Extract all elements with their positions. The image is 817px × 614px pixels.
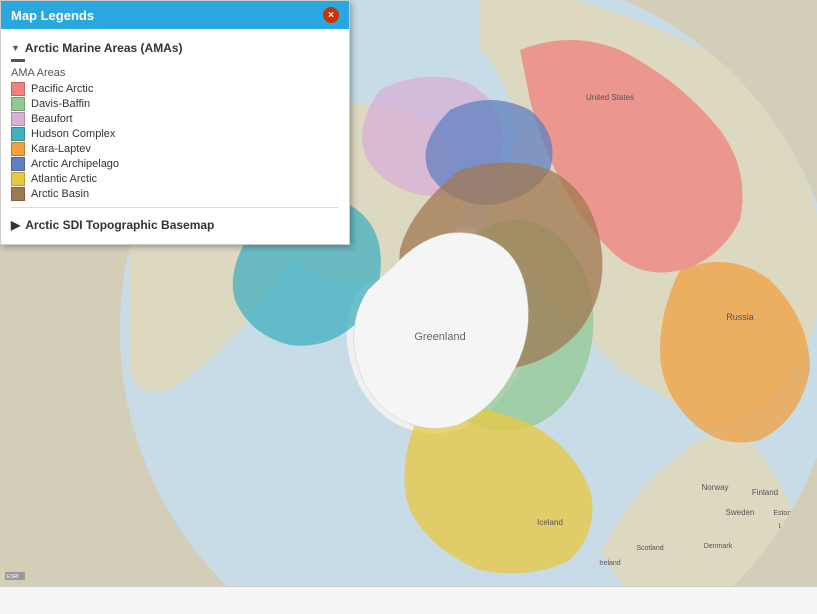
svg-text:ESRI: ESRI: [7, 574, 19, 580]
svg-text:Greenland: Greenland: [414, 331, 465, 343]
svg-text:Sweden: Sweden: [726, 508, 755, 517]
svg-text:United States: United States: [586, 93, 634, 102]
svg-text:Iceland: Iceland: [537, 518, 563, 527]
ama-section-label: Arctic Marine Areas (AMAs): [25, 41, 183, 55]
svg-text:Estonia: Estonia: [773, 510, 796, 517]
legend-divider: [11, 207, 339, 208]
basemap-section-label: Arctic SDI Topographic Basemap: [25, 218, 214, 232]
basemap-arrow-icon: ▶: [11, 218, 20, 232]
legend-body: ▼ Arctic Marine Areas (AMAs) AMA Areas P…: [1, 29, 349, 244]
legend-title: Map Legends: [11, 8, 94, 23]
basemap-section-header[interactable]: ▶ Arctic SDI Topographic Basemap: [11, 214, 339, 236]
legend-item-label: Kara-Laptev: [31, 143, 91, 155]
legend-item: Pacific Arctic: [11, 82, 339, 96]
svg-text:Denmark: Denmark: [704, 543, 733, 550]
svg-text:Russia: Russia: [726, 312, 754, 322]
line-icon-row: [11, 59, 339, 63]
legend-panel: Map Legends × ▼ Arctic Marine Areas (AMA…: [0, 0, 350, 245]
legend-item: Atlantic Arctic: [11, 172, 339, 186]
legend-color-swatch: [11, 172, 25, 186]
legend-item: Davis-Baffin: [11, 97, 339, 111]
legend-color-swatch: [11, 82, 25, 96]
esri-logo: ESRI: [5, 572, 25, 582]
ama-arrow-icon: ▼: [11, 43, 20, 53]
legend-color-swatch: [11, 112, 25, 126]
legend-item: Beaufort: [11, 112, 339, 126]
legend-color-swatch: [11, 127, 25, 141]
ama-section-header[interactable]: ▼ Arctic Marine Areas (AMAs): [11, 37, 339, 59]
legend-color-swatch: [11, 97, 25, 111]
legend-color-swatch: [11, 142, 25, 156]
svg-text:Scotland: Scotland: [636, 545, 663, 552]
legend-color-swatch: [11, 187, 25, 201]
svg-text:Latvia: Latvia: [779, 523, 798, 530]
svg-text:Norway: Norway: [701, 483, 728, 492]
ama-areas-label: AMA Areas: [11, 67, 339, 79]
close-button[interactable]: ×: [323, 7, 339, 23]
legend-item-label: Hudson Complex: [31, 128, 115, 140]
ama-items-list: Pacific Arctic Davis-Baffin Beaufort Hudson…: [11, 82, 339, 201]
legend-item-label: Arctic Basin: [31, 188, 89, 200]
legend-item: Arctic Basin: [11, 187, 339, 201]
legend-item-label: Pacific Arctic: [31, 83, 93, 95]
legend-item: Kara-Laptev: [11, 142, 339, 156]
legend-color-swatch: [11, 157, 25, 171]
svg-text:Ireland: Ireland: [599, 560, 621, 567]
legend-header: Map Legends ×: [1, 1, 349, 29]
bottom-bar: ESRI: [0, 586, 817, 614]
legend-item-label: Beaufort: [31, 113, 73, 125]
legend-item: Hudson Complex: [11, 127, 339, 141]
legend-item-label: Atlantic Arctic: [31, 173, 97, 185]
svg-text:Finland: Finland: [752, 488, 778, 497]
legend-item-label: Arctic Archipelago: [31, 158, 119, 170]
legend-item: Arctic Archipelago: [11, 157, 339, 171]
legend-item-label: Davis-Baffin: [31, 98, 90, 110]
